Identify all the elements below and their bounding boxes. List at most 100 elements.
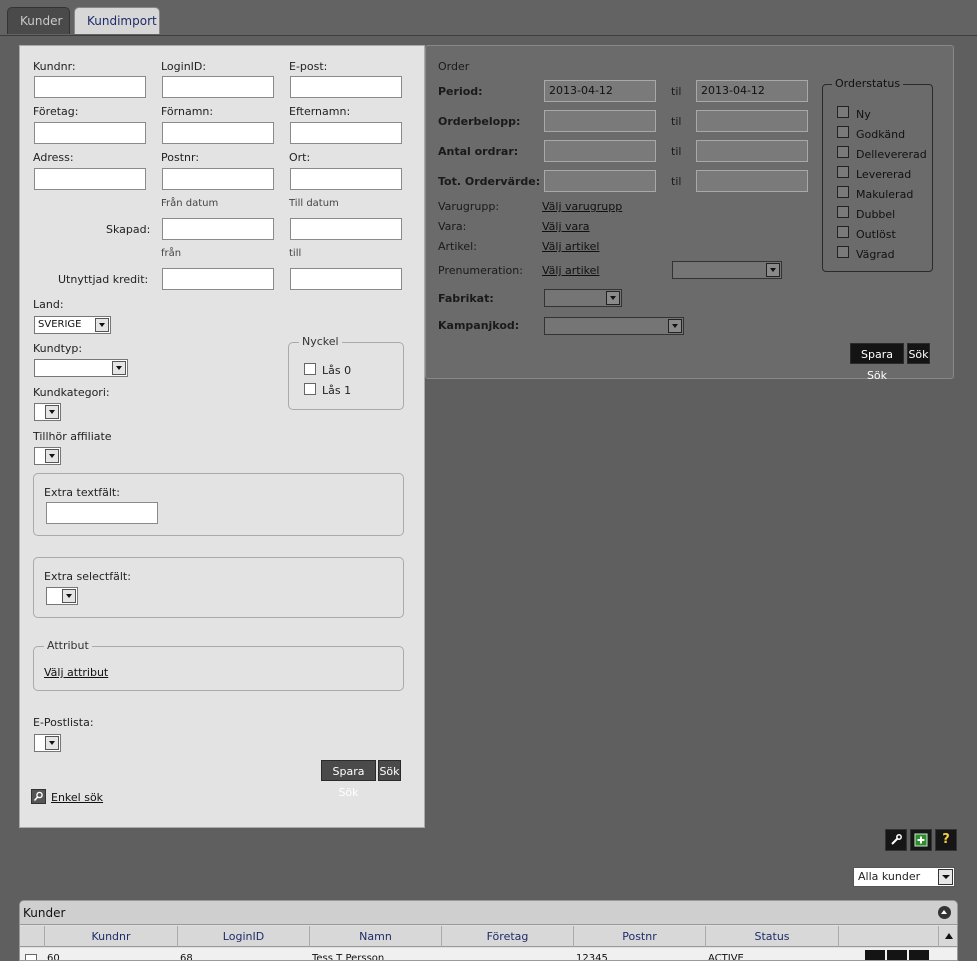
las0-checkbox[interactable] xyxy=(304,363,316,375)
kredit-from-input[interactable] xyxy=(162,268,274,290)
las1-checkbox[interactable] xyxy=(304,383,316,395)
status-levererad-checkbox[interactable] xyxy=(837,166,849,178)
foretag-input[interactable] xyxy=(34,122,146,144)
orderbelopp-to-input[interactable] xyxy=(696,110,808,132)
tot-to-input[interactable] xyxy=(696,170,808,192)
epost-label: E-post: xyxy=(289,60,328,73)
enkel-sok-link[interactable]: Enkel sök xyxy=(51,791,103,804)
kundnr-input[interactable] xyxy=(34,76,146,98)
valj-vara-link[interactable]: Välj vara xyxy=(542,220,590,233)
antal-to-input[interactable] xyxy=(696,140,808,162)
extra-text-label: Extra textfält: xyxy=(44,486,120,499)
help-icon[interactable]: ? xyxy=(935,829,957,851)
chevron-down-icon xyxy=(938,869,953,885)
status-dubbel-checkbox[interactable] xyxy=(837,206,849,218)
kredit-to-input[interactable] xyxy=(290,268,402,290)
status-ny-checkbox[interactable] xyxy=(837,106,849,118)
skapad-label: Skapad: xyxy=(106,223,151,236)
extra-text-input[interactable] xyxy=(46,502,158,524)
fornamn-input[interactable] xyxy=(162,122,274,144)
valj-prenumeration-artikel-link[interactable]: Välj artikel xyxy=(542,264,599,277)
land-value: SVERIGE xyxy=(38,319,82,330)
prenumeration-select[interactable] xyxy=(672,261,782,279)
antal-label: Antal ordrar: xyxy=(438,145,519,158)
ort-input[interactable] xyxy=(290,168,402,190)
col-loginid[interactable]: LoginID xyxy=(178,926,310,947)
col-status[interactable]: Status xyxy=(706,926,839,947)
extra-select-label: Extra selectfält: xyxy=(44,570,131,583)
fornamn-label: Förnamn: xyxy=(161,105,214,118)
chevron-down-icon xyxy=(766,263,780,277)
efternamn-label: Efternamn: xyxy=(289,105,351,118)
delete-icon[interactable] xyxy=(909,950,929,960)
antal-from-input[interactable] xyxy=(544,140,656,162)
epost-input[interactable] xyxy=(290,76,402,98)
view-icon[interactable] xyxy=(887,950,907,960)
col-actions xyxy=(839,926,939,947)
extra-text-box: Extra textfält: xyxy=(33,473,404,536)
fran-datum-label: Från datum xyxy=(161,198,219,209)
land-select[interactable]: SVERIGE xyxy=(34,316,111,334)
tab-kundimport[interactable]: Kundimport xyxy=(74,7,160,34)
adress-label: Adress: xyxy=(33,151,74,164)
vara-label: Vara: xyxy=(438,220,467,233)
status-levererad-label: Levererad xyxy=(856,168,912,181)
period-from-input[interactable]: 2013-04-12 xyxy=(544,80,656,102)
status-vagrad-checkbox[interactable] xyxy=(837,246,849,258)
kundkategori-select[interactable] xyxy=(34,403,61,421)
wrench-icon[interactable] xyxy=(885,829,907,851)
customer-filter-select[interactable]: Alla kunder xyxy=(853,867,955,887)
status-godkand-checkbox[interactable] xyxy=(837,126,849,138)
skapad-from-input[interactable] xyxy=(162,218,274,240)
orderbelopp-from-input[interactable] xyxy=(544,110,656,132)
magnifier-icon[interactable] xyxy=(31,789,46,804)
plus-icon[interactable] xyxy=(910,829,932,851)
artikel-label: Artikel: xyxy=(438,240,477,253)
extra-select[interactable] xyxy=(46,587,78,605)
table-row[interactable]: 60 68 Tess T Persson 12345 ACTIVE xyxy=(20,948,957,961)
edit-icon[interactable] xyxy=(865,950,885,960)
varugrupp-label: Varugrupp: xyxy=(438,200,500,213)
tab-kunder[interactable]: Kunder xyxy=(7,7,70,34)
customer-search-panel: Kundnr: LoginID: E-post: Företag: Förnam… xyxy=(19,45,425,828)
valj-artikel-link[interactable]: Välj artikel xyxy=(542,240,599,253)
kampanjkod-select[interactable] xyxy=(544,317,684,335)
til-label: til xyxy=(671,175,682,188)
order-sok-button[interactable]: Sök xyxy=(907,343,930,364)
fabrikat-select[interactable] xyxy=(544,289,622,307)
collapse-icon[interactable] xyxy=(938,906,951,919)
period-to-input[interactable]: 2013-04-12 xyxy=(696,80,808,102)
orderbelopp-label: Orderbelopp: xyxy=(438,115,521,128)
status-makulerad-checkbox[interactable] xyxy=(837,186,849,198)
col-kundnr[interactable]: Kundnr xyxy=(45,926,178,947)
ort-label: Ort: xyxy=(289,151,311,164)
row-checkbox[interactable] xyxy=(25,954,37,960)
chevron-down-icon xyxy=(95,318,109,332)
epostlista-select[interactable] xyxy=(34,734,61,752)
status-dellevererad-checkbox[interactable] xyxy=(837,146,849,158)
tab-bar: Kunder Kundimport xyxy=(0,0,977,36)
col-namn[interactable]: Namn xyxy=(310,926,442,947)
col-postnr[interactable]: Postnr xyxy=(574,926,706,947)
till-datum-label: Till datum xyxy=(289,198,339,209)
affiliate-select[interactable] xyxy=(34,447,61,465)
scroll-up-icon[interactable] xyxy=(939,926,957,947)
kredit-fran-label: från xyxy=(161,248,182,259)
loginid-input[interactable] xyxy=(162,76,274,98)
las0-label: Lås 0 xyxy=(322,364,352,377)
sok-button[interactable]: Sök xyxy=(378,760,401,781)
valj-attribut-link[interactable]: Välj attribut xyxy=(44,666,108,679)
col-select xyxy=(20,926,45,947)
spara-sok-button[interactable]: Spara Sök xyxy=(321,760,376,799)
tot-from-input[interactable] xyxy=(544,170,656,192)
kundtyp-select[interactable] xyxy=(34,359,128,377)
postnr-input[interactable] xyxy=(162,168,274,190)
status-outlost-checkbox[interactable] xyxy=(837,226,849,238)
cell-namn: Tess T Persson xyxy=(312,953,385,961)
col-foretag[interactable]: Företag xyxy=(442,926,574,947)
order-spara-sok-button[interactable]: Spara Sök xyxy=(850,343,904,382)
efternamn-input[interactable] xyxy=(290,122,402,144)
adress-input[interactable] xyxy=(34,168,146,190)
skapad-to-input[interactable] xyxy=(290,218,402,240)
valj-varugrupp-link[interactable]: Välj varugrupp xyxy=(542,200,622,213)
